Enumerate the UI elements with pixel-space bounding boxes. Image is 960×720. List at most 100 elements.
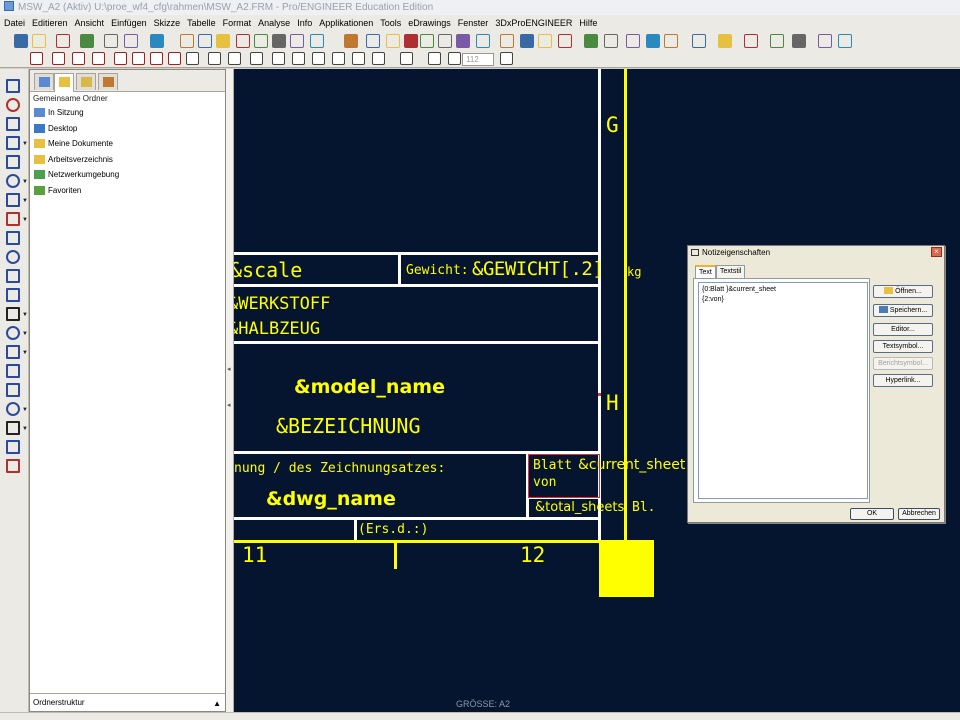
folder-item[interactable]: Arbeitsverzeichnis [34, 153, 119, 169]
flyout-arrow-icon[interactable]: ▼ [22, 426, 28, 432]
flyout-arrow-icon[interactable]: ▼ [22, 407, 28, 413]
sketch-tool-1-icon[interactable] [6, 98, 20, 112]
menu-item-editieren[interactable]: Editieren [32, 18, 68, 28]
format-tool-2-icon[interactable] [72, 52, 85, 65]
menu-item-edrawings[interactable]: eDrawings [408, 18, 451, 28]
menu-item-3dxproengineer[interactable]: 3DxProENGINEER [495, 18, 572, 28]
format-tool-14-icon[interactable] [312, 52, 325, 65]
flyout-arrow-icon[interactable]: ▼ [22, 217, 28, 223]
help-icon[interactable] [344, 34, 358, 48]
tool-20-icon[interactable] [438, 34, 452, 48]
sheets-abbrev[interactable]: Bl. [632, 500, 655, 515]
zone-letter-g[interactable]: G [606, 113, 619, 137]
folder-item[interactable]: Meine Dokumente [34, 137, 119, 153]
sketch-tool-6-icon[interactable] [6, 193, 20, 207]
flyout-arrow-icon[interactable]: ▼ [22, 350, 28, 356]
tool-32-icon[interactable] [692, 34, 706, 48]
flyout-arrow-icon[interactable]: ▼ [22, 179, 28, 185]
tool-19-icon[interactable] [420, 34, 434, 48]
flyout-arrow-icon[interactable]: ▼ [22, 312, 28, 318]
menu-item-einf-gen[interactable]: Einfügen [111, 18, 147, 28]
shading-icon[interactable] [290, 34, 304, 48]
print-icon[interactable] [80, 34, 94, 48]
redo-icon[interactable] [124, 34, 138, 48]
save-button[interactable]: Speichern... [873, 304, 933, 317]
sketch-tool-12-icon[interactable] [6, 307, 20, 321]
menu-item-hilfe[interactable]: Hilfe [579, 18, 597, 28]
sketch-tool-7-icon[interactable] [6, 212, 20, 226]
editor-button[interactable]: Editor... [873, 323, 933, 336]
note-text-editor[interactable]: {0:Blatt }&current_sheet {2:von} [698, 282, 868, 499]
format-tool-8-icon[interactable] [186, 52, 199, 65]
sketch-tool-19-icon[interactable] [6, 440, 20, 454]
hyperlink-button[interactable]: Hyperlink... [873, 374, 933, 387]
zoom-in-icon[interactable] [236, 34, 250, 48]
open-button[interactable]: Öffnen... [873, 285, 933, 298]
undo-icon[interactable] [104, 34, 118, 48]
format-tool-20-icon[interactable] [448, 52, 461, 65]
flyout-arrow-icon[interactable]: ▼ [22, 331, 28, 337]
save-icon[interactable] [56, 34, 70, 48]
format-tool-13-icon[interactable] [292, 52, 305, 65]
tool-23-icon[interactable] [500, 34, 514, 48]
tool-37-icon[interactable] [818, 34, 832, 48]
open-icon[interactable] [32, 34, 46, 48]
menu-item-skizze[interactable]: Skizze [154, 18, 181, 28]
format-tool-3-icon[interactable] [92, 52, 105, 65]
format-tool-10-icon[interactable] [228, 52, 241, 65]
sketch-tool-9-icon[interactable] [6, 250, 20, 264]
tool-31-icon[interactable] [664, 34, 678, 48]
folder-item[interactable]: Desktop [34, 122, 119, 138]
tab-connections[interactable] [98, 73, 118, 90]
dwg-name-note[interactable]: &dwg_name [266, 488, 396, 510]
menu-item-tools[interactable]: Tools [380, 18, 401, 28]
format-tool-11-icon[interactable] [250, 52, 263, 65]
zone-letter-h[interactable]: H [606, 391, 619, 415]
format-tool-0-icon[interactable] [30, 52, 43, 65]
tool-25-icon[interactable] [538, 34, 552, 48]
zoom-level-field[interactable]: 112 [462, 53, 494, 66]
menu-item-format[interactable]: Format [223, 18, 252, 28]
folder-item[interactable]: In Sitzung [34, 106, 119, 122]
new-icon[interactable] [14, 34, 28, 48]
sketch-tool-10-icon[interactable] [6, 269, 20, 283]
semi-finished-note[interactable]: &HALBZEUG [234, 319, 320, 339]
folder-item[interactable]: Netzwerkumgebung [34, 168, 119, 184]
tab-model-tree[interactable] [34, 73, 54, 90]
format-tool-16-icon[interactable] [352, 52, 365, 65]
replacement-note[interactable]: (Ers.d.:) [358, 522, 428, 537]
tool-33-icon[interactable] [718, 34, 732, 48]
tab-text-style[interactable]: Textstil [716, 265, 746, 278]
flyout-arrow-icon[interactable]: ▼ [22, 141, 28, 147]
tool-34-icon[interactable] [744, 34, 758, 48]
tool-22-icon[interactable] [476, 34, 490, 48]
close-icon[interactable]: × [931, 247, 942, 257]
sketch-tool-4-icon[interactable] [6, 155, 20, 169]
format-tool-7-icon[interactable] [168, 52, 181, 65]
format-tool-5-icon[interactable] [132, 52, 145, 65]
sketch-tool-11-icon[interactable] [6, 288, 20, 302]
tab-folder-browser[interactable] [54, 73, 74, 92]
close-window-icon[interactable] [366, 34, 380, 48]
drawing-set-label[interactable]: nung / des Zeichnungsatzes: [234, 461, 445, 476]
format-tool-6-icon[interactable] [150, 52, 163, 65]
flyout-arrow-icon[interactable]: ▼ [22, 198, 28, 204]
sketch-tool-18-icon[interactable] [6, 421, 20, 435]
weight-label[interactable]: Gewicht: [406, 263, 469, 278]
tab-favorites[interactable] [76, 73, 96, 90]
sketch-tool-3-icon[interactable] [6, 136, 20, 150]
cut-icon[interactable] [150, 34, 164, 48]
format-tool-19-icon[interactable] [428, 52, 441, 65]
menu-item-applikationen[interactable]: Applikationen [319, 18, 373, 28]
format-tool-18-icon[interactable] [400, 52, 413, 65]
zoom-out-icon[interactable] [254, 34, 268, 48]
appearance-icon[interactable] [310, 34, 324, 48]
sketch-tool-20-icon[interactable] [6, 459, 20, 473]
format-tool-4-icon[interactable] [114, 52, 127, 65]
format-tool-12-icon[interactable] [272, 52, 285, 65]
tool-30-icon[interactable] [646, 34, 660, 48]
menu-item-analyse[interactable]: Analyse [258, 18, 290, 28]
menu-item-tabelle[interactable]: Tabelle [187, 18, 216, 28]
tool-18-icon[interactable] [404, 34, 418, 48]
weight-value-note[interactable]: &GEWICHT[.2] [472, 258, 604, 280]
